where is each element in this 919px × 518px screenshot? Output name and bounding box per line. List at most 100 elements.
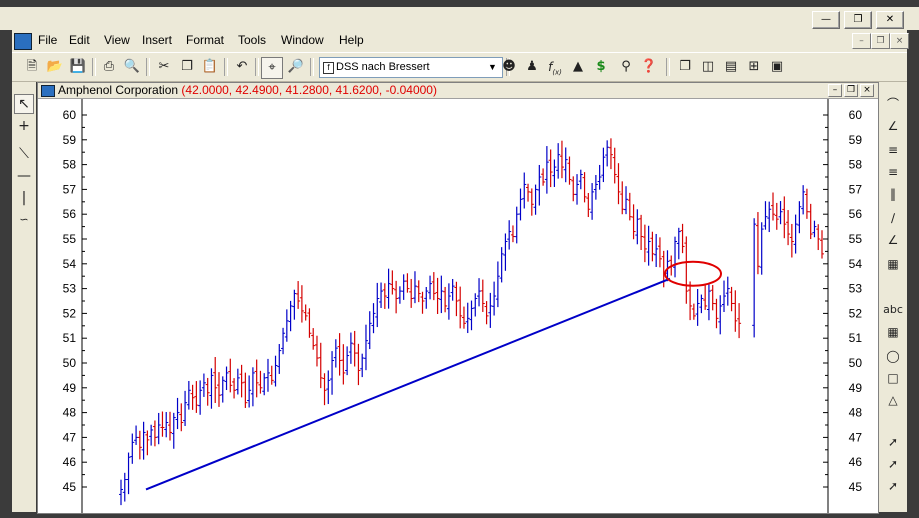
highlight-circle bbox=[664, 260, 722, 287]
tile-horizontal-icon[interactable]: ▤ bbox=[721, 57, 741, 77]
right-tick-label: 46 bbox=[849, 455, 863, 469]
arrange-icon[interactable]: ▣ bbox=[767, 57, 787, 77]
right-tick-label: 53 bbox=[849, 282, 863, 296]
left-tick-label: 58 bbox=[63, 158, 77, 172]
pointer-icon[interactable]: ↖ bbox=[14, 94, 34, 114]
crosshair-icon[interactable]: ⌖ bbox=[261, 57, 283, 79]
dollar-icon[interactable]: $ bbox=[591, 57, 611, 77]
left-tick-label: 59 bbox=[63, 133, 77, 147]
copy-icon[interactable]: ❐ bbox=[177, 57, 197, 77]
print-icon[interactable]: ⎙ bbox=[99, 57, 119, 77]
right-tick-label: 60 bbox=[849, 108, 863, 122]
text-tool-icon[interactable]: abc bbox=[881, 300, 905, 320]
app-frame: — ❐ ✕ File Edit View Insert Format Tools… bbox=[0, 0, 919, 518]
undo-icon[interactable]: ↶ bbox=[232, 57, 252, 77]
grid-tool-icon[interactable]: ▦ bbox=[881, 254, 905, 274]
right-tick-label: 54 bbox=[849, 257, 863, 271]
chevron-down-icon[interactable]: ▼ bbox=[485, 59, 500, 75]
study-toolbar: ⌒ ∠ ≡ ≡ ‖ ∕ ∠ ▦ abc ▦ ◯ □ △ ➚ ➚ ➚ bbox=[879, 82, 907, 512]
menu-tools[interactable]: Tools bbox=[238, 33, 266, 47]
left-tick-label: 51 bbox=[63, 331, 77, 345]
menu-edit[interactable]: Edit bbox=[69, 33, 90, 47]
chart-study-icon[interactable]: ▲ bbox=[568, 57, 588, 77]
gann-fan-icon[interactable]: ∠ bbox=[881, 230, 905, 250]
paste-icon[interactable]: 📋 bbox=[200, 57, 220, 77]
menu-insert[interactable]: Insert bbox=[142, 33, 172, 47]
buy-arrow-icon[interactable]: ➚ bbox=[881, 432, 905, 452]
menu-file[interactable]: File bbox=[38, 33, 57, 47]
table-tool-icon[interactable]: ▦ bbox=[881, 322, 905, 342]
arc-tool-icon[interactable]: ⌒ bbox=[881, 94, 905, 114]
app-menu-icon[interactable] bbox=[14, 33, 32, 50]
channel-tool-icon[interactable]: ≡ bbox=[881, 162, 905, 182]
crosshair-draw-icon[interactable]: + bbox=[14, 116, 34, 136]
help-pointer-icon[interactable]: ❓ bbox=[639, 57, 659, 77]
analyst-icon[interactable]: ♟ bbox=[522, 57, 542, 77]
trendline-tool-icon[interactable]: ⟍ bbox=[14, 144, 34, 164]
fibonacci-tool-icon[interactable]: ∽ bbox=[14, 210, 34, 230]
right-tick-label: 59 bbox=[849, 133, 863, 147]
formula-icon[interactable]: f(x) bbox=[545, 57, 565, 77]
cut-icon[interactable]: ✂ bbox=[154, 57, 174, 77]
chart-window-title: Amphenol Corporation bbox=[58, 83, 179, 97]
left-tick-label: 57 bbox=[63, 182, 77, 196]
tile-grid-icon[interactable]: ⊞ bbox=[744, 57, 764, 77]
sell-arrow-icon[interactable]: ➚ bbox=[881, 454, 905, 474]
right-tick-label: 58 bbox=[849, 158, 863, 172]
menu-view[interactable]: View bbox=[104, 33, 130, 47]
chart-window: Amphenol Corporation (42.0000, 42.4900, … bbox=[37, 82, 879, 514]
right-tick-label: 48 bbox=[849, 406, 863, 420]
fan-tool-icon[interactable]: ∠ bbox=[881, 116, 905, 136]
horizontal-lines-icon[interactable]: ≡ bbox=[881, 140, 905, 160]
minimize-icon[interactable]: — bbox=[812, 11, 840, 29]
chart-close-icon[interactable]: × bbox=[860, 84, 874, 97]
function-icon: f bbox=[323, 62, 334, 74]
horizontal-line-icon[interactable]: — bbox=[14, 166, 34, 186]
person-icon[interactable]: ☻ bbox=[499, 57, 519, 77]
price-chart[interactable]: 45 45 46 46 47 47 48 48 49 49 50 50 51 51 52 52 53 53 54 54… bbox=[38, 99, 878, 513]
print-preview-icon[interactable]: 🔍 bbox=[122, 57, 142, 77]
chart-icon bbox=[41, 85, 55, 97]
cascade-icon[interactable]: ❐ bbox=[675, 57, 695, 77]
mdi-minimize-icon[interactable]: – bbox=[852, 33, 871, 49]
vertical-line-icon[interactable]: | bbox=[14, 188, 34, 208]
trendline bbox=[145, 277, 671, 491]
left-tick-label: 55 bbox=[63, 232, 77, 246]
chart-restore-icon[interactable]: ❐ bbox=[844, 84, 858, 97]
restore-icon[interactable]: ❐ bbox=[844, 11, 872, 29]
menu-format[interactable]: Format bbox=[186, 33, 224, 47]
right-tick-label: 57 bbox=[849, 182, 863, 196]
left-tick-label: 54 bbox=[63, 257, 77, 271]
open-folder-icon[interactable]: 📂 bbox=[45, 57, 65, 77]
rectangle-tool-icon[interactable]: □ bbox=[881, 368, 905, 388]
main-toolbar: 🗎 📂 💾 ⎙ 🔍 ✂ ❐ 📋 ↶ ⌖ 🔎 f DSS nach Bresser… bbox=[12, 52, 907, 82]
vertical-lines-icon[interactable]: ‖ bbox=[881, 184, 905, 204]
new-file-icon[interactable]: 🗎 bbox=[22, 57, 42, 77]
close-icon[interactable]: ✕ bbox=[876, 11, 904, 29]
left-tick-label: 52 bbox=[63, 306, 77, 320]
right-tick-label: 45 bbox=[849, 480, 863, 494]
left-tick-label: 49 bbox=[63, 381, 77, 395]
diagonal-line-icon[interactable]: ∕ bbox=[881, 208, 905, 228]
study-select-value: DSS nach Bressert bbox=[336, 61, 430, 73]
left-tick-label: 47 bbox=[63, 430, 77, 444]
right-tick-label: 55 bbox=[849, 232, 863, 246]
left-tick-label: 46 bbox=[63, 455, 77, 469]
left-tick-label: 56 bbox=[63, 207, 77, 221]
zoom-icon[interactable]: 🔎 bbox=[286, 57, 306, 77]
right-tick-label: 52 bbox=[849, 306, 863, 320]
study-select[interactable]: f DSS nach Bressert ▼ bbox=[319, 57, 503, 78]
exit-arrow-icon[interactable]: ➚ bbox=[881, 476, 905, 496]
mdi-close-icon[interactable]: × bbox=[890, 33, 909, 49]
left-tick-label: 53 bbox=[63, 282, 77, 296]
menu-help[interactable]: Help bbox=[339, 33, 364, 47]
menu-window[interactable]: Window bbox=[281, 33, 324, 47]
menu-bar: File Edit View Insert Format Tools Windo… bbox=[12, 30, 909, 52]
triangle-tool-icon[interactable]: △ bbox=[881, 390, 905, 410]
chart-minimize-icon[interactable]: – bbox=[828, 84, 842, 97]
save-icon[interactable]: 💾 bbox=[68, 57, 88, 77]
tile-vertical-icon[interactable]: ◫ bbox=[698, 57, 718, 77]
mdi-restore-icon[interactable]: ❐ bbox=[871, 33, 890, 49]
ellipse-tool-icon[interactable]: ◯ bbox=[881, 346, 905, 366]
binoculars-icon[interactable]: ⚲ bbox=[616, 57, 636, 77]
